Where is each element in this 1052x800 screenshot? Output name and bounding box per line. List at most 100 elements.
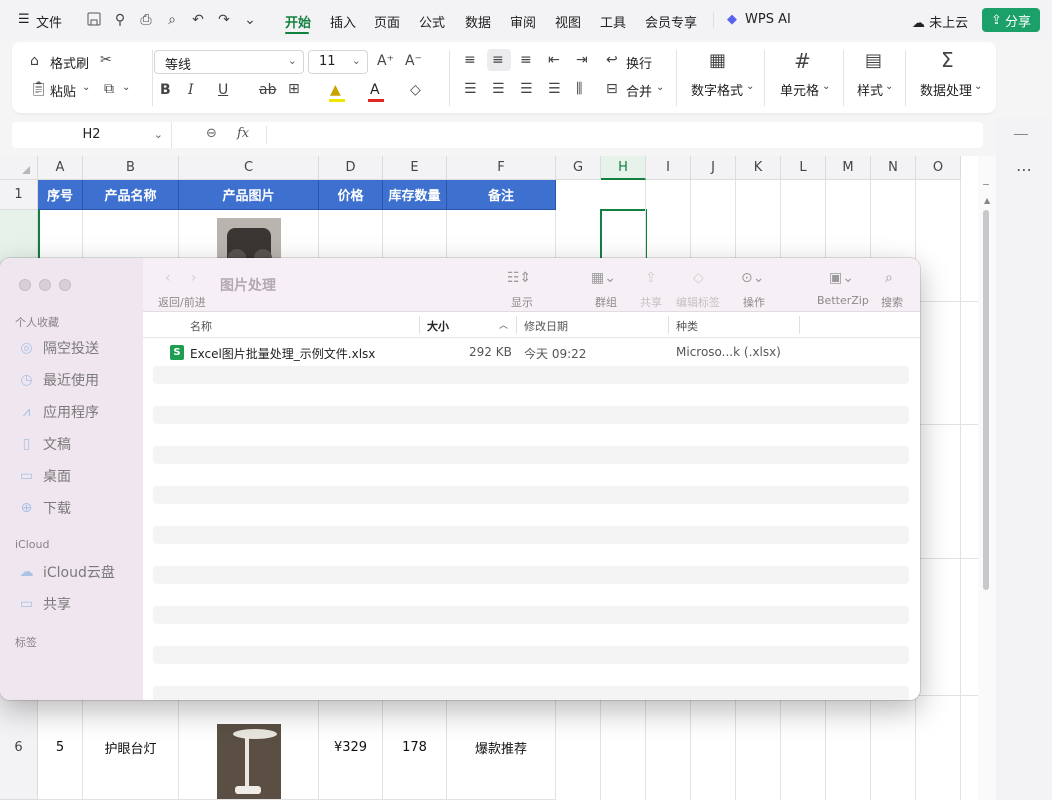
sidebar-item-airdrop[interactable]: ◎ 隔空投送	[18, 338, 99, 358]
tag-icon[interactable]: ◇	[693, 270, 704, 286]
cell-button[interactable]: 单元格	[780, 80, 819, 99]
minimize-window-button[interactable]	[39, 279, 51, 291]
name-box[interactable]: H2 ⌄	[12, 122, 172, 148]
merge-icon[interactable]: ⊟	[606, 81, 618, 97]
decrease-font-icon[interactable]: A⁻	[405, 53, 422, 69]
file-row[interactable]: S Excel图片批量处理_示例文件.xlsx 292 KB 今天 09:22 …	[143, 342, 920, 364]
file-menu[interactable]: 文件	[36, 12, 62, 31]
zoom-icon[interactable]: ⊖	[206, 126, 217, 141]
merge-dropdown-icon[interactable]: ⌄	[656, 82, 664, 93]
font-name-select[interactable]: 等线 ⌄	[154, 50, 304, 74]
group-icon[interactable]: ▦⌄	[591, 270, 616, 286]
table-cell[interactable]: 爆款推荐	[447, 696, 556, 800]
format-painter-button[interactable]: 格式刷	[50, 53, 89, 72]
number-format-icon[interactable]: ▦	[709, 50, 726, 71]
forward-icon[interactable]: ›	[191, 270, 197, 286]
fill-color-icon[interactable]: ▲	[330, 82, 341, 98]
chevron-down-icon[interactable]: ⌄	[974, 81, 982, 92]
sidebar-item-applications[interactable]: ⩘ 应用程序	[18, 402, 99, 422]
tab-review[interactable]: 审阅	[510, 12, 536, 31]
table-header-cell[interactable]: 价格	[319, 180, 383, 210]
sigma-icon[interactable]: Σ	[941, 48, 954, 72]
tab-page[interactable]: 页面	[374, 12, 400, 31]
scrollbar-thumb[interactable]	[983, 210, 989, 590]
tab-data[interactable]: 数据	[465, 12, 491, 31]
select-all-corner[interactable]	[0, 156, 38, 180]
scroll-arrow-up-icon[interactable]: ▲	[984, 196, 990, 205]
tab-home[interactable]: 开始	[285, 12, 311, 31]
column-header[interactable]: J	[691, 156, 736, 180]
table-header-cell[interactable]: 库存数量	[383, 180, 447, 210]
paste-dropdown-icon[interactable]: ⌄	[82, 82, 90, 93]
style-icon[interactable]: ▤	[865, 50, 882, 71]
share-link-icon[interactable]: ⚲	[112, 12, 128, 28]
column-header[interactable]: E	[383, 156, 447, 180]
sidebar-item-recents[interactable]: ◷ 最近使用	[18, 370, 99, 390]
clear-format-icon[interactable]: ◇	[410, 82, 421, 98]
share-button[interactable]: ⇪ 分享	[982, 8, 1040, 32]
font-color-icon[interactable]: A	[370, 82, 380, 98]
column-header[interactable]: N	[871, 156, 916, 180]
table-header-cell[interactable]: 序号	[38, 180, 83, 210]
tab-view[interactable]: 视图	[555, 12, 581, 31]
function-icon[interactable]: fx	[237, 126, 249, 141]
print-preview-icon[interactable]: ⌕	[164, 12, 180, 28]
column-header[interactable]: C	[179, 156, 319, 180]
hamburger-menu-icon[interactable]: ☰	[18, 12, 30, 27]
column-header[interactable]: B	[83, 156, 179, 180]
row-header[interactable]: 6	[0, 696, 38, 800]
data-processing-button[interactable]: 数据处理	[920, 80, 972, 99]
table-header-cell[interactable]: 备注	[447, 180, 556, 210]
tab-formula[interactable]: 公式	[419, 12, 445, 31]
table-cell[interactable]: 护眼台灯	[83, 696, 179, 800]
copy-icon[interactable]: ⧉	[104, 81, 114, 97]
chevron-down-icon[interactable]: ⌄	[885, 81, 893, 92]
print-icon[interactable]: ⎙	[138, 12, 154, 28]
increase-font-icon[interactable]: A⁺	[377, 53, 394, 69]
column-header[interactable]: G	[556, 156, 601, 180]
column-kind[interactable]: 种类	[676, 318, 698, 334]
column-header[interactable]: F	[447, 156, 556, 180]
align-top-icon[interactable]: ≡	[464, 52, 476, 68]
column-header-selected[interactable]: H	[601, 156, 646, 180]
table-cell[interactable]: 178	[383, 696, 447, 800]
quick-access-more-icon[interactable]: ⌄	[242, 12, 258, 28]
redo-icon[interactable]: ↷	[216, 12, 232, 28]
sidebar-item-documents[interactable]: ▯ 文稿	[18, 434, 71, 454]
sidebar-item-downloads[interactable]: ⊕ 下载	[18, 498, 71, 518]
sidebar-item-shared[interactable]: ▭ 共享	[18, 594, 71, 614]
underline-icon[interactable]: U	[218, 82, 228, 98]
vertical-scrollbar[interactable]: ▲	[978, 156, 996, 800]
back-icon[interactable]: ‹	[165, 270, 171, 286]
italic-icon[interactable]: I	[188, 82, 194, 98]
paste-button[interactable]: 粘贴	[50, 81, 76, 100]
column-size[interactable]: 大小	[427, 318, 449, 334]
number-format-button[interactable]: 数字格式	[691, 80, 743, 99]
indent-decrease-icon[interactable]: ⇤	[548, 52, 560, 68]
copy-dropdown-icon[interactable]: ⌄	[122, 82, 130, 93]
border-icon[interactable]: ⊞	[288, 81, 300, 97]
paste-icon[interactable]: 📋︎	[30, 81, 48, 97]
minimize-panel-icon[interactable]	[1014, 134, 1028, 135]
column-header[interactable]: A	[38, 156, 83, 180]
column-header[interactable]: D	[319, 156, 383, 180]
zoom-window-button[interactable]	[59, 279, 71, 291]
wrap-text-icon[interactable]: ↩	[606, 52, 618, 68]
search-icon[interactable]: ⌕	[885, 270, 893, 286]
chevron-down-icon[interactable]: ⌄	[822, 81, 830, 92]
column-header[interactable]: K	[736, 156, 781, 180]
undo-icon[interactable]: ↶	[190, 12, 206, 28]
sidebar-item-desktop[interactable]: ▭ 桌面	[18, 466, 71, 486]
column-name[interactable]: 名称	[190, 318, 212, 334]
close-window-button[interactable]	[19, 279, 31, 291]
align-center-icon[interactable]: ☰	[492, 81, 505, 97]
column-header[interactable]: L	[781, 156, 826, 180]
share-icon[interactable]: ⇪	[645, 270, 657, 286]
column-modified[interactable]: 修改日期	[524, 318, 568, 334]
font-size-select[interactable]: 11 ⌄	[308, 50, 368, 74]
justify-icon[interactable]: ☰	[548, 81, 561, 97]
column-header[interactable]: O	[916, 156, 961, 180]
table-header-cell[interactable]: 产品图片	[179, 180, 319, 210]
chevron-down-icon[interactable]: ⌄	[746, 81, 754, 92]
wrap-text-button[interactable]: 换行	[626, 53, 652, 72]
